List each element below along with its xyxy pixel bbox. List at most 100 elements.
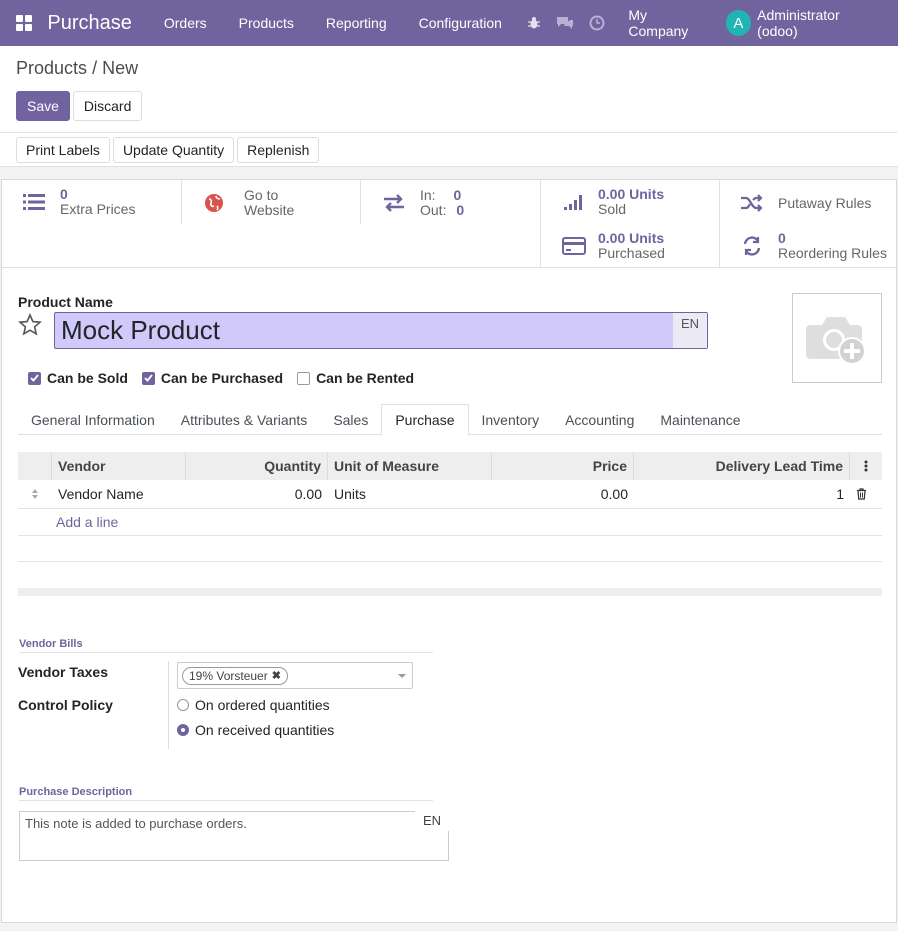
camera-plus-icon — [806, 317, 866, 365]
remove-tag-icon[interactable]: ✖ — [272, 669, 281, 682]
breadcrumb-products[interactable]: Products — [16, 58, 87, 78]
radio-ordered-label: On ordered quantities — [195, 697, 330, 713]
menu-products[interactable]: Products — [223, 15, 310, 31]
discard-button[interactable]: Discard — [72, 91, 143, 121]
reordering-count: 0 — [778, 230, 786, 246]
random-icon — [732, 193, 772, 213]
update-quantity-button[interactable]: Update Quantity — [112, 137, 235, 163]
menu-reporting[interactable]: Reporting — [310, 15, 403, 31]
bug-icon[interactable] — [518, 16, 550, 30]
app-name[interactable]: Purchase — [47, 12, 132, 35]
putaway-rules-button[interactable]: Putaway Rules — [732, 193, 871, 213]
col-quantity[interactable]: Quantity — [186, 452, 328, 480]
in-out-button[interactable]: In: 0 Out: 0 — [374, 188, 464, 218]
purchase-description-placeholder: This note is added to purchase orders. — [25, 816, 247, 831]
app-menu-icon[interactable] — [0, 0, 47, 46]
vendor-pricelist-table: Vendor Quantity Unit of Measure Price De… — [18, 452, 882, 562]
chat-icon[interactable] — [549, 16, 581, 30]
cell-uom[interactable]: Units — [328, 486, 492, 502]
tab-attributes-variants[interactable]: Attributes & Variants — [168, 404, 321, 435]
tab-maintenance[interactable]: Maintenance — [647, 404, 753, 435]
sold-button[interactable]: 0.00 Units Sold — [554, 187, 664, 217]
tax-tag-label: 19% Vorsteuer — [189, 668, 268, 683]
optional-columns-icon[interactable] — [850, 452, 882, 480]
website-line2: Website — [244, 202, 295, 218]
chevron-down-icon[interactable] — [398, 674, 406, 678]
globe-icon — [194, 193, 234, 213]
menu-orders[interactable]: Orders — [148, 15, 223, 31]
replenish-button[interactable]: Replenish — [237, 137, 320, 163]
product-image-upload[interactable] — [792, 293, 882, 383]
vendor-taxes-input[interactable]: 19% Vorsteuer ✖ — [177, 662, 413, 689]
cell-quantity[interactable]: 0.00 — [186, 486, 328, 502]
can-be-purchased-label: Can be Purchased — [160, 370, 284, 386]
reordering-rules-button[interactable]: 0 Reordering Rules — [732, 231, 887, 261]
tab-accounting[interactable]: Accounting — [552, 404, 647, 435]
out-label: Out: — [420, 202, 447, 218]
add-a-line-link[interactable]: Add a line — [18, 509, 882, 536]
menu-configuration[interactable]: Configuration — [403, 15, 518, 31]
radio-ordered-quantities[interactable]: On ordered quantities — [177, 697, 330, 713]
col-delivery-lead-time[interactable]: Delivery Lead Time — [634, 452, 850, 480]
tab-purchase[interactable]: Purchase — [381, 404, 469, 436]
col-vendor[interactable]: Vendor — [52, 452, 186, 480]
table-header: Vendor Quantity Unit of Measure Price De… — [18, 452, 882, 480]
avatar[interactable]: A — [725, 10, 752, 36]
product-flags: Can be Sold Can be Purchased Can be Rent… — [28, 370, 428, 386]
cell-price[interactable]: 0.00 — [492, 486, 634, 502]
drag-handle-icon[interactable] — [18, 488, 52, 500]
stat-buttons: 0 Extra Prices Go to Website In: 0 Out: … — [2, 180, 898, 268]
tax-tag: 19% Vorsteuer ✖ — [182, 666, 288, 685]
translate-button[interactable]: EN — [673, 313, 707, 348]
radio-received-label: On received quantities — [195, 722, 335, 738]
purchased-button[interactable]: 0.00 Units Purchased — [554, 231, 665, 261]
clock-icon[interactable] — [581, 15, 613, 31]
tab-sales[interactable]: Sales — [320, 404, 381, 435]
company-switcher[interactable]: My Company — [612, 7, 725, 39]
check-icon — [28, 371, 41, 385]
form-sheet: 0 Extra Prices Go to Website In: 0 Out: … — [1, 179, 898, 923]
go-to-website-button[interactable]: Go to Website — [194, 188, 294, 218]
purchased-value: 0.00 Units — [598, 230, 665, 246]
save-button[interactable]: Save — [16, 91, 70, 121]
in-label: In: — [420, 187, 436, 203]
putaway-label: Putaway Rules — [778, 194, 872, 211]
can-be-purchased-checkbox[interactable]: Can be Purchased — [141, 370, 284, 386]
table-row — [18, 536, 882, 562]
list-icon — [14, 193, 54, 211]
star-icon[interactable] — [18, 313, 42, 340]
control-panel: Products / New Save Discard Print Labels… — [0, 46, 898, 167]
trash-icon[interactable] — [850, 488, 882, 500]
table-row[interactable]: Vendor Name 0.00 Units 0.00 1 — [18, 480, 882, 509]
product-name-label: Product Name — [18, 294, 113, 310]
check-icon — [141, 371, 155, 385]
col-price[interactable]: Price — [492, 452, 634, 480]
can-be-sold-checkbox[interactable]: Can be Sold — [28, 370, 128, 386]
tab-general-information[interactable]: General Information — [18, 404, 168, 435]
tab-inventory[interactable]: Inventory — [469, 404, 553, 435]
user-menu[interactable]: Administrator (odoo) — [757, 7, 882, 39]
print-labels-button[interactable]: Print Labels — [16, 137, 110, 163]
purchase-description-textarea[interactable]: This note is added to purchase orders. E… — [19, 811, 449, 861]
vendor-bills-title: Vendor Bills — [19, 638, 433, 653]
product-name-value[interactable]: Mock Product — [55, 315, 673, 346]
in-value: 0 — [453, 187, 462, 203]
radio-received-quantities[interactable]: On received quantities — [177, 722, 334, 738]
breadcrumb-separator: / — [92, 58, 98, 78]
sold-label: Sold — [598, 201, 627, 217]
signal-icon — [554, 193, 594, 211]
cell-lead-time[interactable]: 1 — [634, 486, 850, 502]
cell-vendor[interactable]: Vendor Name — [52, 486, 186, 502]
product-name-input[interactable]: Mock Product EN — [54, 312, 708, 349]
can-be-rented-label: Can be Rented — [316, 370, 415, 386]
control-policy-label: Control Policy — [18, 697, 113, 713]
translate-button[interactable]: EN — [415, 811, 449, 831]
reordering-label: Reordering Rules — [778, 245, 887, 261]
extra-prices-button[interactable]: 0 Extra Prices — [14, 187, 135, 217]
out-value: 0 — [456, 202, 465, 218]
website-line1: Go to — [244, 187, 279, 203]
col-unit-of-measure[interactable]: Unit of Measure — [328, 452, 492, 480]
credit-card-icon — [554, 237, 594, 255]
can-be-rented-checkbox[interactable]: Can be Rented — [297, 370, 414, 386]
extra-prices-label: Extra Prices — [60, 201, 136, 217]
